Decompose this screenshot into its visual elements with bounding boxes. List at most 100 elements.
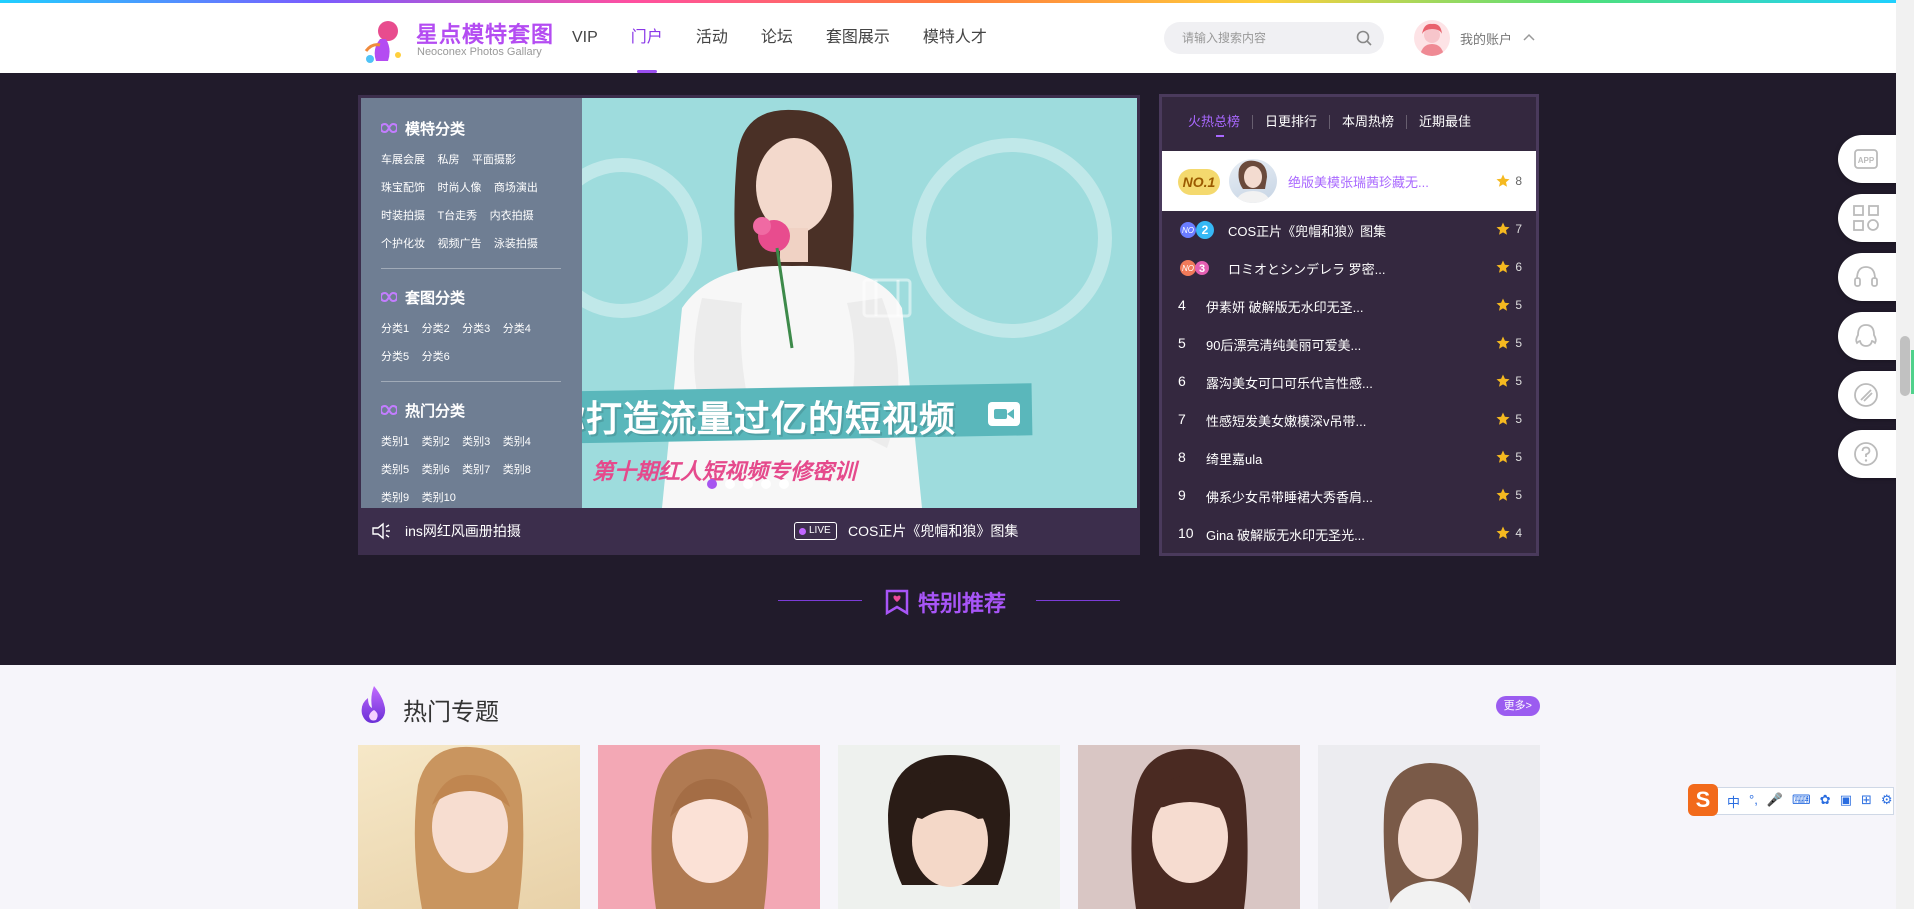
top-thumbnail-image: [1235, 160, 1271, 203]
tab-recent-best[interactable]: 近期最佳: [1406, 115, 1483, 129]
hot-category-link[interactable]: 类别7: [462, 462, 490, 488]
ranking-title: Gina 破解版无水印无圣光...: [1206, 528, 1365, 543]
star-icon: [1496, 260, 1510, 273]
hot-category-link[interactable]: 类别1: [381, 434, 409, 460]
model-category-link[interactable]: 泳装拍摄: [494, 236, 538, 262]
album-category-link[interactable]: 分类4: [503, 321, 531, 347]
carousel-dot[interactable]: [779, 479, 789, 489]
settings-icon[interactable]: ⚙: [1881, 792, 1893, 811]
album-category-link[interactable]: 分类2: [422, 321, 450, 347]
nav-gallery[interactable]: 套图展示: [826, 3, 890, 73]
ranking-title: 绝版美模张瑞茜珍藏无...: [1288, 175, 1429, 190]
topic-card[interactable]: [1318, 745, 1540, 909]
tab-weekly[interactable]: 本周热榜: [1329, 115, 1406, 129]
ranking-row[interactable]: NO 3 ロミオとシンデレラ 罗密... 6: [1162, 249, 1536, 287]
scrollbar-thumb[interactable]: [1900, 336, 1910, 396]
logo-title: 星点模特套图: [416, 22, 555, 47]
nav-portal[interactable]: 门户: [631, 3, 663, 73]
skin-icon[interactable]: ✿: [1820, 792, 1831, 811]
topic-card[interactable]: [838, 745, 1060, 909]
ime-logo[interactable]: S: [1688, 784, 1718, 816]
hot-category-link[interactable]: 类别4: [503, 434, 531, 460]
ranking-row[interactable]: 5 90后漂亮清纯美丽可爱美... 5: [1162, 325, 1536, 363]
album-category-link[interactable]: 分类3: [462, 321, 490, 347]
topic-card-image: [888, 755, 1010, 887]
model-category-link[interactable]: 时装拍摄: [381, 208, 425, 234]
model-category-link[interactable]: 商场演出: [494, 180, 538, 206]
ranking-row[interactable]: 7 性感短发美女嫩模深v吊带... 5: [1162, 401, 1536, 439]
search-icon[interactable]: [1356, 30, 1372, 46]
nav-forum[interactable]: 论坛: [761, 3, 793, 73]
recommend-badge-icon: [885, 589, 909, 616]
microphone-icon[interactable]: 🎤: [1767, 792, 1783, 811]
keyboard-icon[interactable]: ⌨: [1792, 792, 1811, 811]
topic-card[interactable]: [598, 745, 820, 909]
rank-number: 10: [1178, 525, 1194, 541]
ranking-row[interactable]: 10 Gina 破解版无水印无圣光... 4: [1162, 515, 1536, 553]
hot-category-link[interactable]: 类别6: [422, 462, 450, 488]
ime-items: 中 °, 🎤 ⌨ ✿ ▣ ⊞ ⚙: [1727, 792, 1902, 811]
rank-number: 9: [1178, 487, 1186, 503]
album-category-link[interactable]: 分类5: [381, 349, 409, 375]
carousel-dot[interactable]: [743, 479, 753, 489]
carousel-dot[interactable]: [725, 479, 735, 489]
topic-card-image: [414, 746, 524, 909]
ticker-right-link[interactable]: COS正片《兜帽和狼》图集: [848, 521, 1018, 541]
ranking-title: 90后漂亮清纯美丽可爱美...: [1206, 338, 1362, 353]
topic-card[interactable]: [358, 745, 580, 909]
model-category-link[interactable]: 车展会展: [381, 152, 425, 178]
model-category-link[interactable]: 珠宝配饰: [381, 180, 425, 206]
star-icon: [1496, 488, 1510, 501]
punctuation-icon[interactable]: °,: [1749, 792, 1758, 811]
ime-mode[interactable]: 中: [1727, 792, 1740, 811]
ranking-row[interactable]: 6 露沟美女可口可乐代言性感... 5: [1162, 363, 1536, 401]
qrcode-button[interactable]: [1838, 194, 1900, 242]
ranking-row[interactable]: 9 佛系少女吊带睡裙大秀香肩... 5: [1162, 477, 1536, 515]
tab-hot-total[interactable]: 火热总榜: [1188, 115, 1252, 129]
nav-events[interactable]: 活动: [696, 3, 728, 73]
album-category-link[interactable]: 分类1: [381, 321, 409, 347]
hot-category-link[interactable]: 类别2: [422, 434, 450, 460]
hot-category-link[interactable]: 类别5: [381, 462, 409, 488]
ticker-left-link[interactable]: ins网红风画册拍摄: [405, 521, 521, 541]
ranking-row[interactable]: NO 2 COS正片《兜帽和狼》图集 7: [1162, 211, 1536, 249]
ime-toolbar[interactable]: S 中 °, 🎤 ⌨ ✿ ▣ ⊞ ⚙: [1688, 784, 1894, 816]
search-input[interactable]: [1182, 28, 1342, 48]
tab-daily[interactable]: 日更排行: [1252, 115, 1329, 129]
app-download-button[interactable]: APP: [1838, 135, 1900, 183]
topic-card[interactable]: [1078, 745, 1300, 909]
ranking-row[interactable]: 8 绮里嘉ula 5: [1162, 439, 1536, 477]
ranking-score: 4: [1496, 526, 1522, 540]
menu-grid-icon[interactable]: ⊞: [1861, 792, 1872, 811]
model-category-link[interactable]: T台走秀: [437, 208, 477, 234]
model-category-link[interactable]: 平面摄影: [472, 152, 516, 178]
chevron-up-icon[interactable]: [1522, 31, 1536, 45]
model-category-link[interactable]: 内衣拍摄: [490, 208, 534, 234]
banner-slide[interactable]: 教你打造流量过亿的短视频 第十期红人短视频专修密训: [582, 98, 1137, 508]
feedback-button[interactable]: [1838, 371, 1900, 419]
account-label[interactable]: 我的账户: [1460, 29, 1512, 48]
carousel-dot[interactable]: [707, 479, 717, 489]
svg-text:2: 2: [1202, 223, 1209, 237]
page-scrollbar[interactable]: [1896, 0, 1914, 909]
site-logo[interactable]: 星点模特套图 Neoconex Photos Gallary: [358, 13, 558, 67]
model-category-link[interactable]: 时尚人像: [437, 180, 481, 206]
model-category-link[interactable]: 视频广告: [437, 236, 481, 262]
nav-models[interactable]: 模特人才: [923, 3, 987, 73]
hot-category-link[interactable]: 类别3: [462, 434, 490, 460]
ranking-top-item[interactable]: NO.1 绝版美模张瑞茜珍藏无... 8: [1162, 151, 1536, 211]
carousel-dot[interactable]: [761, 479, 771, 489]
qq-button[interactable]: [1838, 312, 1900, 360]
account-menu[interactable]: 我的账户: [1414, 19, 1536, 57]
avatar[interactable]: [1414, 20, 1450, 56]
nav-vip[interactable]: VIP: [572, 3, 598, 73]
model-category-link[interactable]: 私房: [437, 152, 459, 178]
customer-service-button[interactable]: [1838, 253, 1900, 301]
help-button[interactable]: [1838, 430, 1900, 478]
toolbox-icon[interactable]: ▣: [1840, 792, 1852, 811]
hot-category-link[interactable]: 类别8: [503, 462, 531, 488]
album-category-link[interactable]: 分类6: [422, 349, 450, 375]
ranking-row[interactable]: 4 伊素妍 破解版无水印无圣... 5: [1162, 287, 1536, 325]
more-button[interactable]: 更多>: [1495, 696, 1540, 716]
model-category-link[interactable]: 个护化妆: [381, 236, 425, 262]
